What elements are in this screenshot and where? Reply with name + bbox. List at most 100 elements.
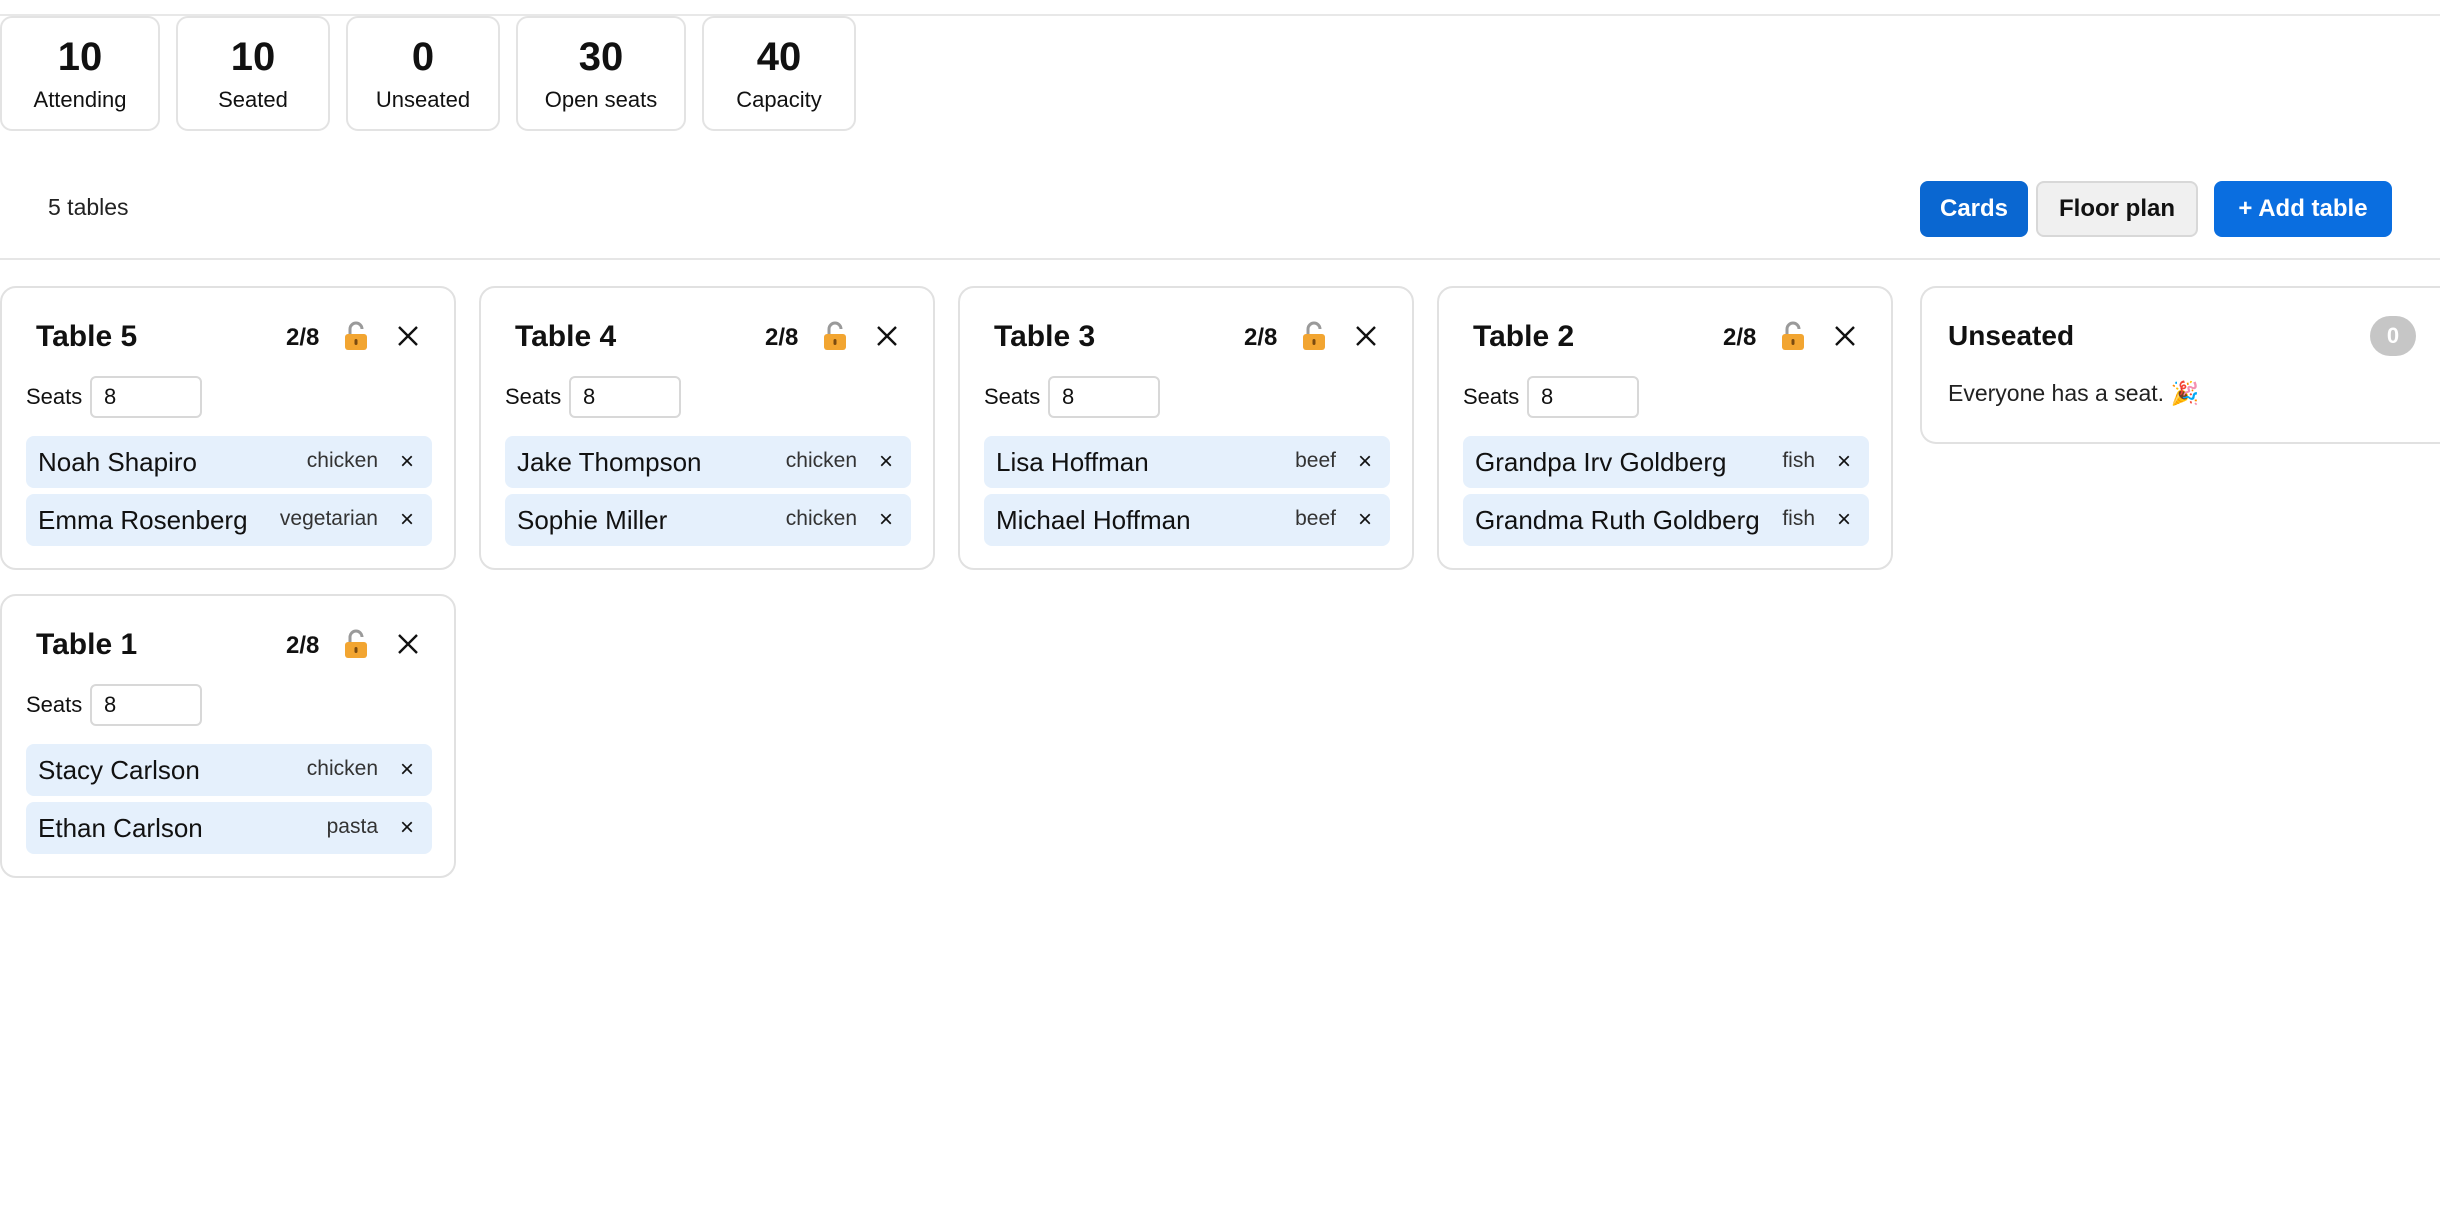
table-card: Table 1 2/8 Seats Stacy Carlson chicken …	[0, 594, 456, 878]
seats-input[interactable]	[569, 376, 681, 418]
stat-open-seats: 30 Open seats	[516, 16, 686, 131]
table-occupancy: 2/8	[286, 632, 320, 659]
table-card: Table 2 2/8 Seats Grandpa Irv Goldberg f…	[1437, 286, 1893, 570]
guest-name: Noah Shapiro	[38, 447, 197, 477]
table-card: Table 4 2/8 Seats Jake Thompson chicken …	[479, 286, 935, 570]
guest-name: Emma Rosenberg	[38, 505, 248, 535]
guest-name: Jake Thompson	[517, 447, 702, 477]
guest-chip[interactable]: Michael Hoffman beef ×	[984, 494, 1390, 546]
guest-chip[interactable]: Grandpa Irv Goldberg fish ×	[1463, 436, 1869, 488]
table-occupancy: 2/8	[765, 324, 799, 351]
remove-guest-icon[interactable]: ×	[1358, 508, 1372, 532]
table-count: 5 tables	[48, 194, 129, 220]
guest-meal: chicken	[785, 507, 857, 530]
close-icon[interactable]	[1833, 324, 1857, 348]
stat-attending: 10 Attending	[0, 16, 160, 131]
remove-guest-icon[interactable]: ×	[400, 816, 414, 840]
guest-meal: pasta	[326, 815, 378, 838]
guest-name: Sophie Miller	[517, 505, 668, 535]
remove-guest-icon[interactable]: ×	[879, 450, 893, 474]
table-occupancy: 2/8	[1244, 324, 1278, 351]
guest-meal: chicken	[306, 449, 378, 472]
close-icon[interactable]	[875, 324, 899, 348]
guest-name: Ethan Carlson	[38, 813, 203, 843]
guest-name: Lisa Hoffman	[996, 447, 1149, 477]
guest-chip[interactable]: Jake Thompson chicken ×	[505, 436, 911, 488]
guest-chip[interactable]: Ethan Carlson pasta ×	[26, 802, 432, 854]
floor-plan-button[interactable]: Floor plan	[2036, 181, 2198, 237]
table-name: Table 4	[515, 320, 617, 353]
close-icon[interactable]	[396, 632, 420, 656]
close-icon[interactable]	[396, 324, 420, 348]
stat-capacity: 40 Capacity	[702, 16, 856, 131]
table-card: Table 5 2/8 Seats Noah Shapiro chicken ×…	[0, 286, 456, 570]
unseated-title: Unseated	[1948, 320, 2075, 351]
guest-chip[interactable]: Emma Rosenberg vegetarian ×	[26, 494, 432, 546]
guest-name: Stacy Carlson	[38, 755, 200, 785]
unseated-count-badge: 0	[2370, 316, 2416, 356]
guest-name: Grandma Ruth Goldberg	[1475, 505, 1760, 535]
table-name: Table 1	[36, 628, 138, 661]
seats-label: Seats	[984, 384, 1041, 409]
guest-chip[interactable]: Lisa Hoffman beef ×	[984, 436, 1390, 488]
seats-input[interactable]	[90, 376, 202, 418]
guest-meal: vegetarian	[279, 507, 378, 530]
unseated-message: Everyone has a seat. 🎉	[1948, 380, 2200, 406]
unseated-panel: Unseated 0 Everyone has a seat. 🎉	[1920, 286, 2440, 444]
guest-meal: fish	[1782, 507, 1815, 530]
guest-meal: chicken	[306, 757, 378, 780]
toolbar: 5 tables Cards Floor plan + Add table	[0, 166, 2440, 260]
guest-meal: chicken	[785, 449, 857, 472]
stat-value: 10	[230, 34, 276, 79]
close-icon[interactable]	[1354, 324, 1378, 348]
guest-chip[interactable]: Grandma Ruth Goldberg fish ×	[1463, 494, 1869, 546]
unlocked-padlock-icon[interactable]	[342, 628, 370, 660]
remove-guest-icon[interactable]: ×	[1358, 450, 1372, 474]
stat-value: 40	[756, 34, 802, 79]
remove-guest-icon[interactable]: ×	[1837, 450, 1851, 474]
remove-guest-icon[interactable]: ×	[400, 758, 414, 782]
cards-view-button[interactable]: Cards	[1920, 181, 2028, 237]
unlocked-padlock-icon[interactable]	[1300, 320, 1328, 352]
stat-label: Capacity	[736, 86, 822, 112]
unlocked-padlock-icon[interactable]	[342, 320, 370, 352]
remove-guest-icon[interactable]: ×	[879, 508, 893, 532]
stat-value: 10	[57, 34, 103, 79]
add-table-button[interactable]: + Add table	[2214, 181, 2392, 237]
stat-label: Seated	[218, 86, 288, 112]
table-occupancy: 2/8	[1723, 324, 1757, 351]
guest-chip[interactable]: Noah Shapiro chicken ×	[26, 436, 432, 488]
table-name: Table 5	[36, 320, 138, 353]
stat-label: Attending	[33, 86, 127, 112]
guest-chip[interactable]: Stacy Carlson chicken ×	[26, 744, 432, 796]
unlocked-padlock-icon[interactable]	[1779, 320, 1807, 352]
table-card: Table 3 2/8 Seats Lisa Hoffman beef × Mi…	[958, 286, 1414, 570]
guest-meal: fish	[1782, 449, 1815, 472]
remove-guest-icon[interactable]: ×	[400, 508, 414, 532]
seats-label: Seats	[1463, 384, 1520, 409]
table-name: Table 3	[994, 320, 1096, 353]
remove-guest-icon[interactable]: ×	[400, 450, 414, 474]
seats-input[interactable]	[1048, 376, 1160, 418]
stat-label: Unseated	[375, 86, 471, 112]
stat-value: 30	[578, 34, 624, 79]
stat-unseated: 0 Unseated	[346, 16, 500, 131]
table-name: Table 2	[1473, 320, 1575, 353]
stat-value: 0	[411, 34, 435, 79]
seats-label: Seats	[505, 384, 562, 409]
guest-name: Michael Hoffman	[996, 505, 1191, 535]
guest-meal: beef	[1295, 507, 1336, 530]
table-occupancy: 2/8	[286, 324, 320, 351]
seats-label: Seats	[26, 692, 83, 717]
stats-bar: 10 Attending 10 Seated 0 Unseated 30 Ope…	[0, 16, 872, 131]
unlocked-padlock-icon[interactable]	[821, 320, 849, 352]
stat-seated: 10 Seated	[176, 16, 330, 131]
seats-input[interactable]	[90, 684, 202, 726]
remove-guest-icon[interactable]: ×	[1837, 508, 1851, 532]
seats-input[interactable]	[1527, 376, 1639, 418]
guest-meal: beef	[1295, 449, 1336, 472]
stat-label: Open seats	[544, 86, 658, 112]
guest-name: Grandpa Irv Goldberg	[1475, 447, 1727, 477]
guest-chip[interactable]: Sophie Miller chicken ×	[505, 494, 911, 546]
seats-label: Seats	[26, 384, 83, 409]
